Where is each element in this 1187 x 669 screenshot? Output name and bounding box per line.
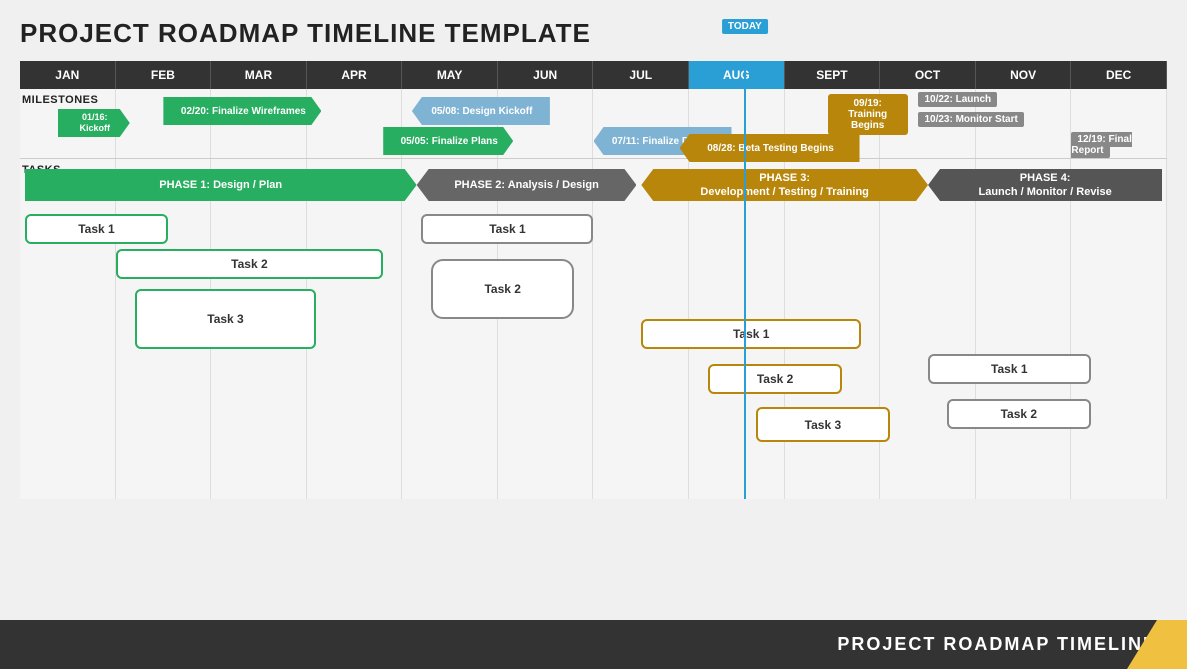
- phase1-bar: PHASE 1: Design / Plan: [25, 169, 417, 201]
- phase1-task3: Task 3: [135, 289, 317, 349]
- phase2-task2: Task 2: [431, 259, 574, 319]
- phase4-task1: Task 1: [928, 354, 1090, 384]
- footer-text: PROJECT ROADMAP TIMELINE: [837, 634, 1157, 655]
- phase1-task2: Task 2: [116, 249, 384, 279]
- phase1-task1: Task 1: [25, 214, 168, 244]
- phase3-bar: PHASE 3:Development / Testing / Training: [641, 169, 928, 201]
- today-line: TODAY: [744, 61, 746, 158]
- phase2-bar: PHASE 2: Analysis / Design: [417, 169, 637, 201]
- month-feb: FEB: [116, 61, 212, 89]
- month-nov: NOV: [976, 61, 1072, 89]
- milestone-finalize-plans: 05/05: Finalize Plans: [383, 127, 513, 155]
- tasks-section: TASKS PHASE 1: Design / Plan PHASE 2: An…: [20, 159, 1167, 499]
- milestones-label: MILESTONES: [22, 94, 98, 106]
- month-mar: MAR: [211, 61, 307, 89]
- milestone-training: 09/19:TrainingBegins: [828, 94, 908, 135]
- milestone-final-report: 12/19: Final Report: [1071, 134, 1167, 156]
- milestone-wireframes: 02/20: Finalize Wireframes: [163, 97, 321, 125]
- milestone-design-kickoff: 05/08: Design Kickoff: [412, 97, 550, 125]
- milestone-kickoff: 01/16:Kickoff: [58, 109, 130, 137]
- footer: PROJECT ROADMAP TIMELINE: [0, 620, 1187, 669]
- page-title: PROJECT ROADMAP TIMELINE TEMPLATE: [20, 18, 1167, 49]
- main-container: PROJECT ROADMAP TIMELINE TEMPLATE JAN FE…: [0, 0, 1187, 620]
- month-aug: AUG: [689, 61, 785, 89]
- phase4-bar: PHASE 4:Launch / Monitor / Revise: [928, 169, 1162, 201]
- phase3-task3: Task 3: [756, 407, 890, 442]
- months-row: JAN FEB MAR APR MAY JUN JUL AUG SEPT OCT…: [20, 61, 1167, 89]
- today-label: TODAY: [722, 19, 768, 34]
- milestones-section: TODAY MILESTONES 01/16:Kickoff 02/20: Fi…: [20, 89, 1167, 159]
- month-dec: DEC: [1071, 61, 1167, 89]
- timeline-area: JAN FEB MAR APR MAY JUN JUL AUG SEPT OCT…: [20, 61, 1167, 499]
- month-jul: JUL: [593, 61, 689, 89]
- phase3-task1: Task 1: [641, 319, 861, 349]
- milestone-beta: 08/28: Beta Testing Begins: [680, 134, 860, 162]
- month-jan: JAN: [20, 61, 116, 89]
- phase3-task2: Task 2: [708, 364, 842, 394]
- month-oct: OCT: [880, 61, 976, 89]
- month-jun: JUN: [498, 61, 594, 89]
- milestone-launch: 10/22: Launch: [918, 94, 997, 105]
- milestone-monitor: 10/23: Monitor Start: [918, 114, 1023, 125]
- today-line-tasks: [744, 159, 746, 499]
- phase4-task2: Task 2: [947, 399, 1090, 429]
- month-apr: APR: [307, 61, 403, 89]
- month-may: MAY: [402, 61, 498, 89]
- phase2-task1: Task 1: [421, 214, 593, 244]
- month-sep: SEPT: [785, 61, 881, 89]
